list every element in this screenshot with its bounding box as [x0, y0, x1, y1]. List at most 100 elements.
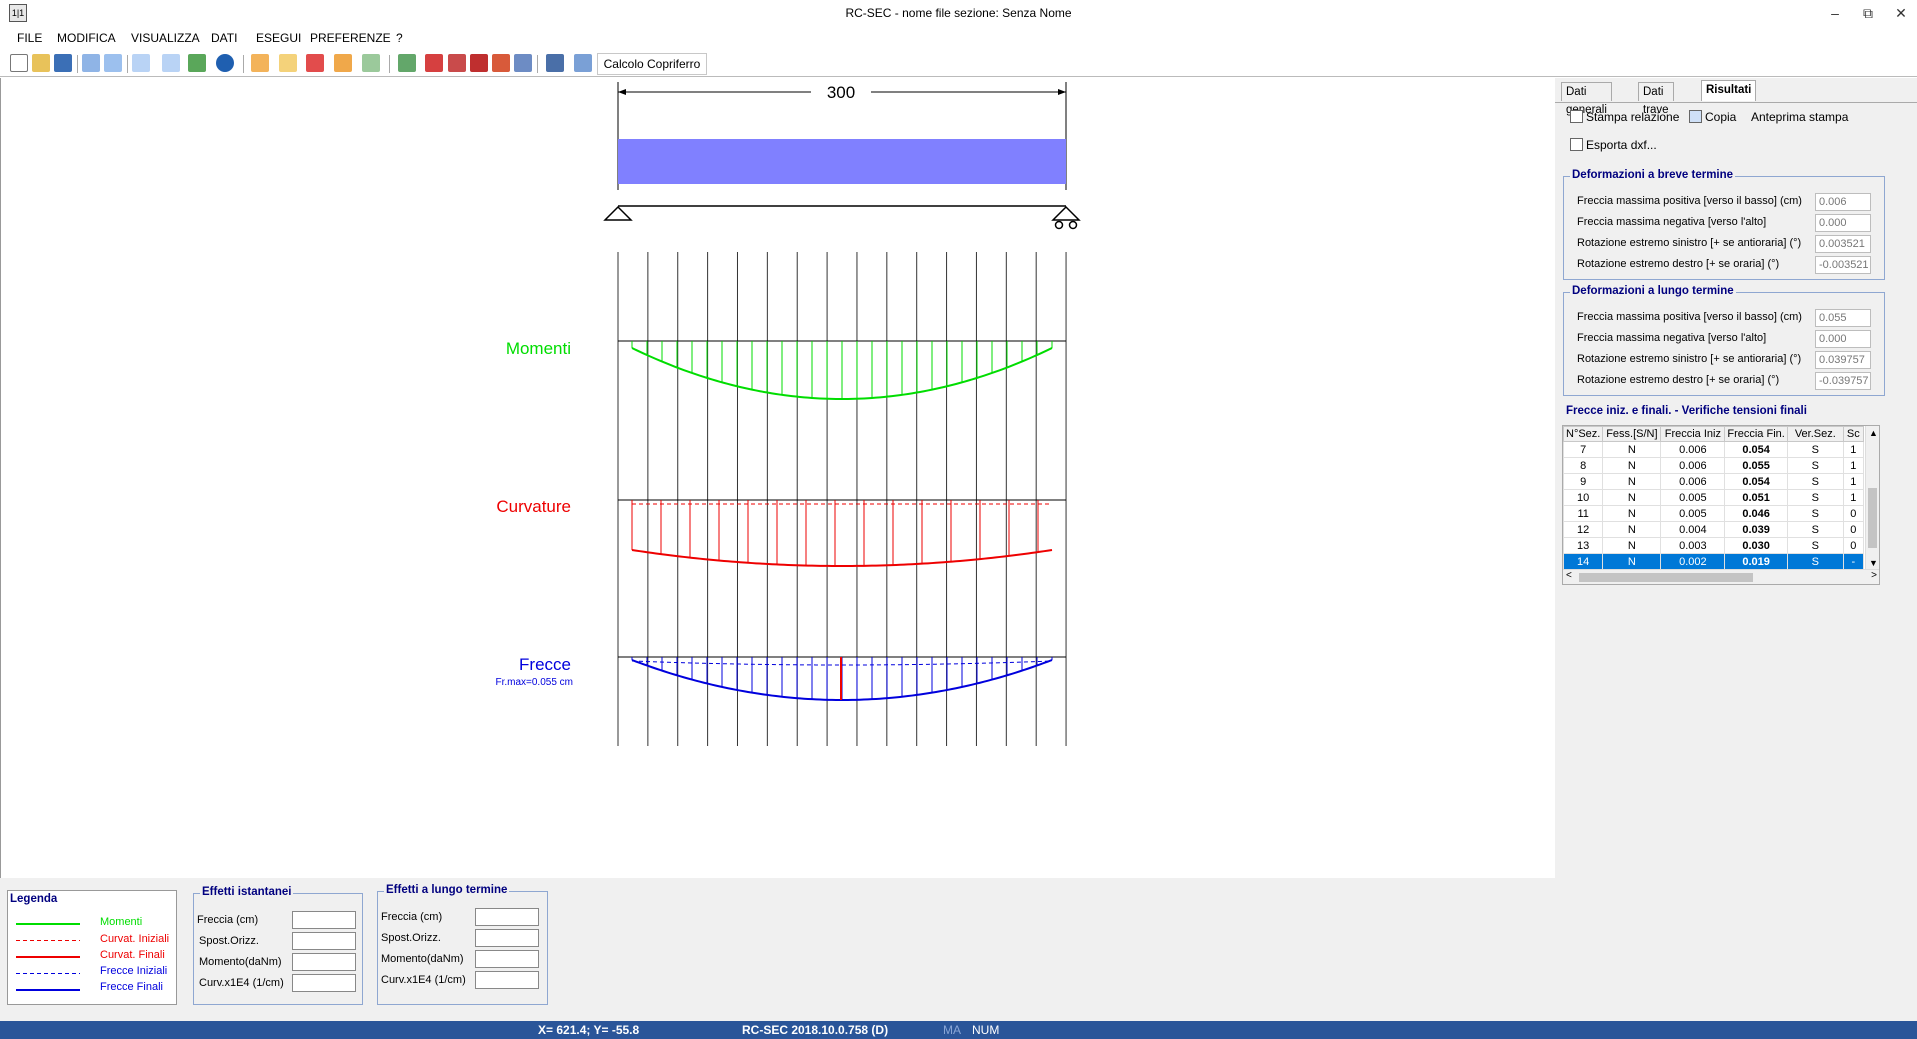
moment-diagram: [618, 340, 1066, 400]
table-cell: 0.002: [1660, 553, 1726, 570]
export-dxf-button[interactable]: Esporta dxf...: [1570, 138, 1657, 152]
long-spost-field[interactable]: [475, 929, 539, 947]
print-report-button[interactable]: Stampa relazione: [1570, 110, 1679, 124]
table-cell: S: [1786, 553, 1844, 570]
scroll-down-icon[interactable]: ▼: [1869, 558, 1878, 568]
table-row[interactable]: 10 N 0.005 0.051 S 1: [1563, 489, 1864, 506]
menu-preferenze[interactable]: PREFERENZE: [310, 31, 391, 45]
instant-momento-field[interactable]: [292, 953, 356, 971]
restore-button[interactable]: ⧉: [1853, 3, 1883, 23]
table-cell: N: [1602, 553, 1662, 570]
align-icon[interactable]: [514, 54, 532, 72]
table-row[interactable]: 9 N 0.006 0.054 S 1: [1563, 473, 1864, 490]
zoom-window-icon[interactable]: [162, 54, 180, 72]
results-table[interactable]: N°Sez. Fess.[S/N] Freccia Iniz Freccia Fin.…: [1562, 425, 1880, 585]
import-icon[interactable]: [398, 54, 416, 72]
scroll-up-icon[interactable]: ▲: [1869, 428, 1878, 438]
table-header[interactable]: Freccia Fin.: [1724, 426, 1788, 442]
menu-dati[interactable]: DATI: [211, 31, 237, 45]
title-bar: 1|1 RC-SEC - nome file sezione: Senza No…: [0, 0, 1917, 26]
table-cell: 0.046: [1724, 505, 1788, 522]
window-title: RC-SEC - nome file sezione: Senza Nome: [845, 6, 1072, 20]
table-cell: 0.006: [1660, 441, 1726, 458]
long-freccia-field[interactable]: [475, 908, 539, 926]
menu-visualizza[interactable]: VISUALIZZA: [131, 31, 200, 45]
table-cell: 1: [1842, 473, 1864, 490]
short-max-neg-label: Freccia massima negativa [verso l'alto]: [1577, 216, 1767, 228]
instant-freccia-field[interactable]: [292, 911, 356, 929]
table-cell: 0.004: [1660, 521, 1726, 538]
long-momento-field[interactable]: [475, 950, 539, 968]
print-preview-button[interactable]: Anteprima stampa: [1751, 110, 1848, 124]
table-cell: 9: [1563, 473, 1604, 490]
save-icon[interactable]: [54, 54, 72, 72]
export-icon: [1570, 138, 1583, 151]
refresh-icon[interactable]: [188, 54, 206, 72]
drawing-canvas[interactable]: 300 Momenti Curvature Frecce Fr.max=0.05…: [0, 78, 1555, 878]
instant-spost-field[interactable]: [292, 932, 356, 950]
long-term-group: Deformazioni a lungo termine Freccia mas…: [1563, 285, 1885, 396]
table-cell: 10: [1563, 489, 1604, 506]
scroll-h-thumb[interactable]: [1579, 573, 1753, 582]
table-cell: N: [1602, 473, 1662, 490]
table-row[interactable]: 11 N 0.005 0.046 S 0: [1563, 505, 1864, 522]
close-button[interactable]: ✕: [1886, 3, 1916, 23]
instant-curv-field[interactable]: [292, 974, 356, 992]
status-ma: MA: [943, 1023, 961, 1037]
report-icon[interactable]: [448, 54, 466, 72]
table-row[interactable]: 13 N 0.003 0.030 S 0: [1563, 537, 1864, 554]
check-icon[interactable]: [362, 54, 380, 72]
table-header[interactable]: Freccia Iniz: [1660, 426, 1726, 442]
settings-icon[interactable]: [574, 54, 592, 72]
loads-icon[interactable]: [306, 54, 324, 72]
calcolo-copriferro-button[interactable]: Calcolo Copriferro: [597, 53, 707, 75]
tab-risultati[interactable]: Risultati: [1701, 80, 1757, 101]
table-header[interactable]: Ver.Sez.: [1786, 426, 1844, 442]
new-file-icon[interactable]: [10, 54, 28, 72]
section-icon[interactable]: [251, 54, 269, 72]
vertical-scrollbar[interactable]: ▲ ▼: [1865, 426, 1879, 570]
table-cell: S: [1786, 521, 1844, 538]
table-header[interactable]: Fess.[S/N]: [1602, 426, 1662, 442]
copy-icon: [1689, 110, 1702, 123]
short-rot-right-label: Rotazione estremo destro [+ se oraria] (…: [1577, 258, 1780, 270]
table-icon[interactable]: [470, 54, 488, 72]
table-cell: 8: [1563, 457, 1604, 474]
copy-icon[interactable]: [82, 54, 100, 72]
help-icon[interactable]: [216, 54, 234, 72]
scroll-left-icon[interactable]: <: [1566, 570, 1572, 581]
edit-icon[interactable]: [425, 54, 443, 72]
table-header[interactable]: Sc: [1842, 426, 1864, 442]
table-cell: 0.030: [1724, 537, 1788, 554]
calculate-icon[interactable]: [546, 54, 564, 72]
max-deflection-label: Fr.max=0.055 cm: [495, 677, 573, 688]
minimize-button[interactable]: –: [1820, 3, 1850, 23]
table-header[interactable]: N°Sez.: [1563, 426, 1604, 442]
print-preview-icon[interactable]: [104, 54, 122, 72]
menu-help[interactable]: ?: [396, 31, 403, 45]
menu-modifica[interactable]: MODIFICA: [57, 31, 116, 45]
diagram-icon[interactable]: [492, 54, 510, 72]
reinforcement-icon[interactable]: [334, 54, 352, 72]
scroll-thumb[interactable]: [1868, 488, 1877, 548]
short-term-title: Deformazioni a breve termine: [1570, 169, 1736, 181]
tab-dati-trave[interactable]: Dati trave: [1638, 82, 1674, 116]
table-row[interactable]: 7 N 0.006 0.054 S 1: [1563, 441, 1864, 458]
results-table-title: Frecce iniz. e finali. - Verifiche tensi…: [1566, 405, 1807, 417]
materials-icon[interactable]: [279, 54, 297, 72]
menu-esegui[interactable]: ESEGUI: [256, 31, 301, 45]
horizontal-scrollbar[interactable]: < >: [1563, 569, 1879, 584]
tab-dati-generali[interactable]: Dati generali: [1561, 82, 1612, 116]
long-curv-field[interactable]: [475, 971, 539, 989]
copy-button[interactable]: Copia: [1689, 110, 1736, 124]
menu-file[interactable]: FILE: [17, 31, 42, 45]
table-row[interactable]: 12 N 0.004 0.039 S 0: [1563, 521, 1864, 538]
zoom-in-icon[interactable]: [132, 54, 150, 72]
table-cell: N: [1602, 505, 1662, 522]
table-row[interactable]: 8 N 0.006 0.055 S 1: [1563, 457, 1864, 474]
short-term-group: Deformazioni a breve termine Freccia mas…: [1563, 169, 1885, 280]
table-row[interactable]: 14 N 0.002 0.019 S -: [1563, 553, 1864, 570]
long-freccia-label: Freccia (cm): [381, 911, 443, 923]
open-folder-icon[interactable]: [32, 54, 50, 72]
scroll-right-icon[interactable]: >: [1871, 570, 1877, 581]
